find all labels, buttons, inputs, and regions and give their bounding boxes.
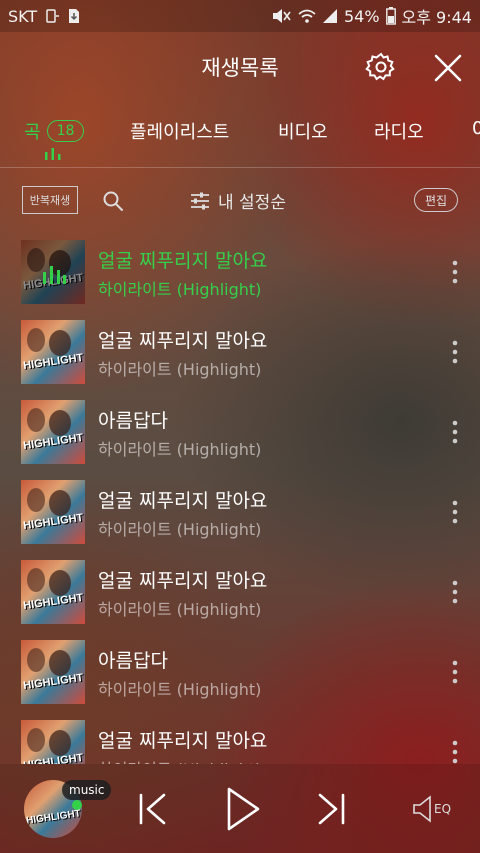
song-row[interactable]: HIGHLIGHT 얼굴 찌푸리지 말아요 하이라이트 (Highlight) bbox=[0, 312, 480, 392]
song-row[interactable]: HIGHLIGHT 얼굴 찌푸리지 말아요 하이라이트 (Highlight) bbox=[0, 712, 480, 764]
repeat-button[interactable]: 반복재생 bbox=[22, 186, 78, 214]
tab-label: 곡 bbox=[24, 122, 41, 143]
next-icon[interactable] bbox=[316, 792, 346, 826]
song-title: 얼굴 찌푸리지 말아요 bbox=[98, 330, 268, 352]
header: 재생목록 bbox=[0, 32, 480, 102]
status-bar: SKT 54% 오후 9:44 bbox=[0, 0, 480, 32]
search-icon[interactable] bbox=[102, 190, 124, 212]
eq-speaker-icon bbox=[413, 795, 431, 823]
song-title: 얼굴 찌푸리지 말아요 bbox=[98, 490, 268, 512]
album-art: HIGHLIGHT bbox=[21, 400, 85, 464]
song-row[interactable]: HIGHLIGHT 얼굴 찌푸리지 말아요 하이라이트 (Highlight) bbox=[0, 472, 480, 552]
more-options-icon[interactable] bbox=[446, 578, 464, 606]
tab-songs[interactable]: 곡 18 bbox=[24, 118, 85, 144]
sort-button[interactable]: 내 설정순 bbox=[190, 188, 286, 213]
mute-icon bbox=[272, 9, 291, 23]
tab-playlist[interactable]: 플레이리스트 bbox=[130, 118, 229, 144]
song-row[interactable]: HIGHLIGHT 얼굴 찌푸리지 말아요 하이라이트 (Highlight) bbox=[0, 552, 480, 632]
tab-bar: 곡 18 플레이리스트 비디오 라디오 0 bbox=[0, 112, 480, 168]
battery-icon bbox=[385, 7, 396, 25]
more-options-icon[interactable] bbox=[446, 258, 464, 286]
more-options-icon[interactable] bbox=[446, 738, 464, 764]
album-art: HIGHLIGHT bbox=[21, 640, 85, 704]
album-art-text: HIGHLIGHT bbox=[22, 591, 85, 613]
song-title: 아름답다 bbox=[98, 650, 168, 672]
album-art-text: HIGHLIGHT bbox=[25, 808, 82, 827]
tab-radio[interactable]: 라디오 bbox=[374, 118, 424, 144]
song-title: 얼굴 찌푸리지 말아요 bbox=[98, 730, 268, 752]
album-art-text: HIGHLIGHT bbox=[22, 431, 85, 453]
song-list: HIGHLIGHT 얼굴 찌푸리지 말아요 하이라이트 (Highlight) … bbox=[0, 232, 480, 764]
music-chip: music bbox=[62, 780, 112, 800]
album-art: HIGHLIGHT bbox=[21, 480, 85, 544]
song-artist: 하이라이트 (Highlight) bbox=[98, 600, 262, 619]
now-playing-bars-icon bbox=[43, 266, 66, 284]
album-art-text: HIGHLIGHT bbox=[22, 671, 85, 693]
previous-icon[interactable] bbox=[138, 792, 168, 826]
album-art: HIGHLIGHT bbox=[21, 320, 85, 384]
song-artist: 하이라이트 (Highlight) bbox=[98, 280, 262, 299]
song-title: 얼굴 찌푸리지 말아요 bbox=[98, 250, 268, 272]
song-artist: 하이라이트 (Highlight) bbox=[98, 520, 262, 539]
clock: 오후 9:44 bbox=[401, 8, 472, 27]
more-options-icon[interactable] bbox=[446, 498, 464, 526]
song-artist: 하이라이트 (Highlight) bbox=[98, 756, 261, 764]
eq-button[interactable]: EQ bbox=[412, 794, 462, 824]
signal-icon bbox=[322, 9, 337, 23]
song-count-badge: 18 bbox=[46, 120, 85, 142]
wifi-icon bbox=[298, 9, 316, 23]
album-art: HIGHLIGHT bbox=[21, 560, 85, 624]
sort-label: 내 설정순 bbox=[218, 193, 286, 213]
song-row[interactable]: HIGHLIGHT 얼굴 찌푸리지 말아요 하이라이트 (Highlight) bbox=[0, 232, 480, 312]
song-artist: 하이라이트 (Highlight) bbox=[98, 440, 262, 459]
page-title: 재생목록 bbox=[201, 56, 279, 80]
sort-sliders-icon bbox=[191, 192, 209, 209]
connection-dot bbox=[72, 800, 82, 810]
song-artist: 하이라이트 (Highlight) bbox=[98, 360, 262, 379]
song-row[interactable]: HIGHLIGHT 아름답다 하이라이트 (Highlight) bbox=[0, 392, 480, 472]
more-options-icon[interactable] bbox=[446, 418, 464, 446]
edit-button[interactable]: 편집 bbox=[414, 188, 458, 212]
song-title: 아름답다 bbox=[98, 410, 168, 432]
battery-percent: 54% bbox=[343, 6, 380, 26]
gear-icon[interactable] bbox=[364, 50, 398, 84]
close-icon[interactable] bbox=[430, 50, 466, 86]
play-icon[interactable] bbox=[224, 786, 262, 832]
tab-video[interactable]: 비디오 bbox=[278, 118, 328, 144]
edit-label: 편집 bbox=[424, 193, 448, 208]
list-toolbar: 반복재생 내 설정순 편집 bbox=[0, 168, 480, 232]
mini-player: HIGHLIGHT music EQ bbox=[0, 764, 480, 853]
song-artist: 하이라이트 (Highlight) bbox=[98, 680, 262, 699]
more-options-icon[interactable] bbox=[446, 658, 464, 686]
download-file-icon bbox=[69, 9, 80, 23]
phone-sync-icon bbox=[46, 9, 60, 23]
album-art: HIGHLIGHT bbox=[21, 240, 85, 304]
carrier-label: SKT bbox=[8, 6, 38, 26]
music-chip-label: music bbox=[69, 783, 105, 797]
album-art-text: HIGHLIGHT bbox=[22, 351, 85, 373]
song-title: 얼굴 찌푸리지 말아요 bbox=[98, 570, 268, 592]
eq-label: EQ bbox=[434, 802, 452, 816]
repeat-label: 반복재생 bbox=[29, 194, 71, 207]
playing-bars-icon bbox=[45, 148, 61, 160]
album-art-text: HIGHLIGHT bbox=[22, 511, 85, 533]
more-options-icon[interactable] bbox=[446, 338, 464, 366]
song-row[interactable]: HIGHLIGHT 아름답다 하이라이트 (Highlight) bbox=[0, 632, 480, 712]
album-art: HIGHLIGHT bbox=[21, 720, 85, 764]
tab-overflow[interactable]: 0 bbox=[472, 118, 480, 139]
